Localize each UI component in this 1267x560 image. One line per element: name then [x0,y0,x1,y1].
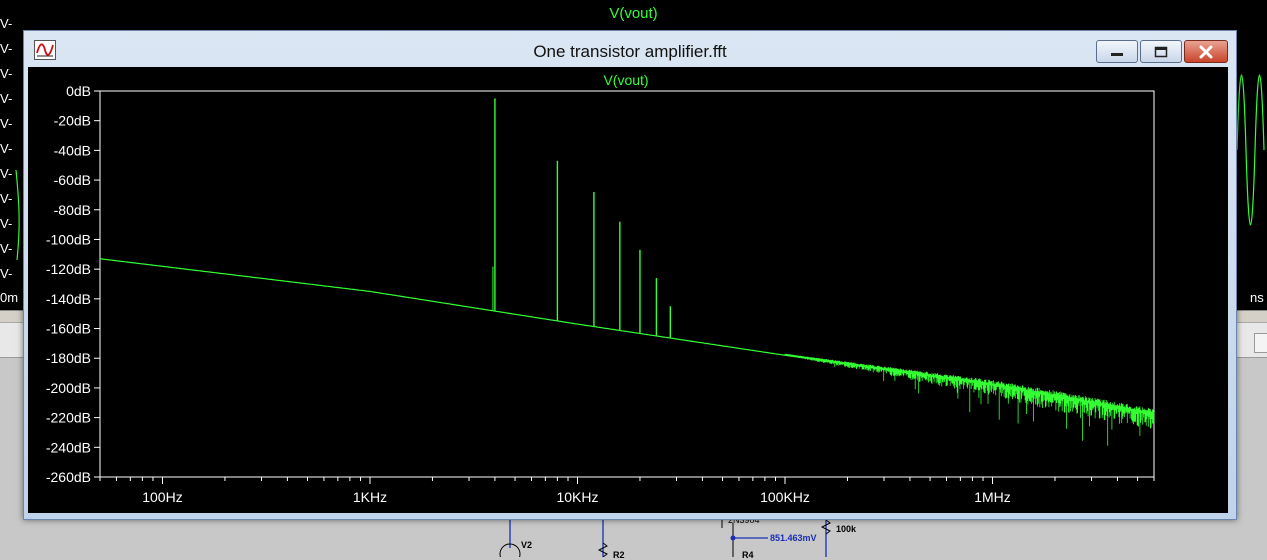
close-icon [1199,45,1213,58]
maximize-button[interactable] [1140,40,1182,63]
chart-title[interactable]: V(vout) [603,72,648,88]
y-tick-label: -140dB [46,291,91,307]
window-title-bar[interactable]: One transistor amplifier.fft [24,31,1236,67]
node-voltage-label: 851.463mV [770,533,817,543]
background-trace-title[interactable]: V(vout) [0,5,1267,22]
background-axis-label: V- [0,266,13,281]
source-label: V2 [521,540,533,550]
y-tick-label: -260dB [46,469,91,485]
y-axis[interactable]: 0dB -20dB -40dB -60dB -80dB -100dB -120dB -140d… [46,83,100,485]
trace-group [99,98,1155,446]
y-tick-label: -220dB [46,410,91,426]
background-axis-label: V- [0,16,13,31]
background-time-label: 0m [0,290,19,305]
x-tick-label: 10KHz [556,489,598,505]
background-scroll-button[interactable] [1254,333,1267,353]
background-axis-label: V- [0,166,13,181]
y-tick-label: 0dB [66,83,91,99]
background-axis-label: V- [0,191,13,206]
noise-floor-trace [99,258,1154,416]
background-time-unit-label: ns [1250,290,1264,305]
y-tick-label: -80dB [54,202,91,218]
y-tick-label: -40dB [54,142,91,158]
background-axis-label: V- [0,116,13,131]
fft-window[interactable]: One transistor amplifier.fft V(vout) 0dB… [23,30,1237,520]
minimize-button[interactable] [1096,40,1138,63]
y-tick-label: -100dB [46,231,91,247]
fft-chart[interactable]: V(vout) 0dB -20dB -40dB -60dB -80dB -100dB -12… [28,67,1228,513]
window-title: One transistor amplifier.fft [533,42,727,61]
close-button[interactable] [1184,40,1228,63]
noise-band-trace [784,353,1155,446]
maximize-icon [1154,46,1168,57]
y-tick-label: -20dB [54,113,91,129]
y-tick-label: -60dB [54,172,91,188]
resistor-label: R4 [742,550,754,560]
x-tick-label: 1KHz [353,489,387,505]
x-tick-label: 100KHz [760,489,810,505]
resistor-label: R2 [613,550,625,560]
x-tick-label: 100Hz [142,489,182,505]
y-tick-label: -200dB [46,380,91,396]
fft-plot-pane[interactable]: V(vout) 0dB -20dB -40dB -60dB -80dB -100dB -12… [28,67,1228,513]
y-tick-label: -120dB [46,261,91,277]
y-tick-label: -180dB [46,350,91,366]
background-axis-label: V- [0,241,13,256]
background-axis-label: V- [0,66,13,81]
resistor-value-label: 100k [836,524,857,534]
x-axis[interactable]: 100Hz 1KHz 10KHz 100KHz 1MHz [99,477,1155,505]
y-tick-label: -240dB [46,439,91,455]
plot-frame [99,90,1155,478]
y-tick-label: -160dB [46,321,91,337]
background-waveform-trace [1236,74,1265,226]
x-tick-label: 1MHz [974,489,1011,505]
background-axis-label: V- [0,91,13,106]
background-axis-label: V- [0,41,13,56]
background-axis-label: V- [0,141,13,156]
background-axis-label: V- [0,216,13,231]
minimize-icon [1111,52,1123,56]
